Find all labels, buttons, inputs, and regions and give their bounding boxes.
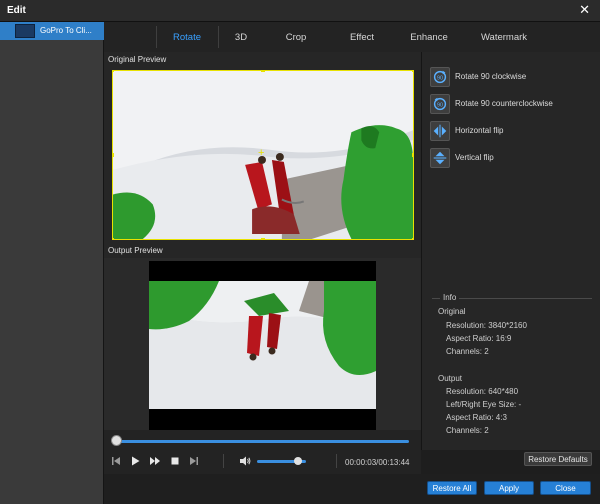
original-channels: Channels: 2 xyxy=(446,347,489,356)
output-resolution: Resolution: 640*480 xyxy=(446,387,519,396)
rotate-counterclockwise-icon: 90 xyxy=(430,94,450,114)
title-bar: Edit ✕ xyxy=(0,0,600,22)
play-icon[interactable] xyxy=(129,455,141,467)
volume-icon[interactable] xyxy=(239,455,251,467)
crosshair-icon: + xyxy=(258,147,265,159)
original-resolution: Resolution: 3840*2160 xyxy=(446,321,527,330)
action-label: Horizontal flip xyxy=(455,126,504,135)
output-eye-size: Left/Right Eye Size: - xyxy=(446,400,522,409)
action-label: Rotate 90 counterclockwise xyxy=(455,99,553,108)
output-channels: Channels: 2 xyxy=(446,426,489,435)
player-controls xyxy=(104,430,421,474)
tab-separator xyxy=(156,26,157,48)
rotate-clockwise-icon: 90 xyxy=(430,67,450,87)
fast-forward-icon[interactable] xyxy=(149,455,161,467)
tab-effect[interactable]: Effect xyxy=(340,26,384,50)
crop-handle[interactable] xyxy=(113,238,114,239)
controls-separator xyxy=(336,454,337,468)
progress-handle[interactable] xyxy=(111,435,122,446)
crop-handle[interactable] xyxy=(412,153,413,157)
horizontal-flip-icon xyxy=(430,121,450,141)
original-preview-label: Original Preview xyxy=(108,55,167,64)
previous-icon[interactable] xyxy=(110,455,122,467)
video-thumbnail xyxy=(15,24,35,38)
svg-text:90: 90 xyxy=(437,102,443,108)
close-icon[interactable]: ✕ xyxy=(579,3,590,17)
tab-separator xyxy=(218,26,219,48)
crop-handle[interactable] xyxy=(261,238,265,239)
next-icon[interactable] xyxy=(188,455,200,467)
action-label: Vertical flip xyxy=(455,153,494,162)
window-title: Edit xyxy=(7,5,26,16)
info-group: Info Original Resolution: 3840*2160 Aspe… xyxy=(432,293,592,448)
vertical-flip-icon xyxy=(430,148,450,168)
timecode: 00:00:03/00:13:44 xyxy=(345,458,410,467)
crop-handle[interactable] xyxy=(412,238,413,239)
output-preview-video xyxy=(149,261,376,431)
crop-handle[interactable] xyxy=(412,71,413,72)
original-heading: Original xyxy=(438,307,466,316)
file-list-item[interactable]: GoPro To Cli... xyxy=(0,22,104,40)
progress-bar[interactable] xyxy=(116,440,409,443)
tab-crop[interactable]: Crop xyxy=(278,26,314,50)
crop-handle[interactable] xyxy=(113,71,114,72)
tab-enhance[interactable]: Enhance xyxy=(404,26,454,50)
info-title: Info xyxy=(440,293,460,302)
file-name: GoPro To Cli... xyxy=(40,26,92,35)
output-preview-label: Output Preview xyxy=(108,246,163,255)
output-aspect-ratio: Aspect Ratio: 4:3 xyxy=(446,413,507,422)
output-heading: Output xyxy=(438,374,463,383)
restore-defaults-button[interactable]: Restore Defaults xyxy=(524,452,592,466)
stop-icon[interactable] xyxy=(169,455,181,467)
volume-handle[interactable] xyxy=(293,457,302,465)
tab-watermark[interactable]: Watermark xyxy=(476,26,532,50)
tab-3d[interactable]: 3D xyxy=(226,26,256,50)
close-button[interactable]: Close xyxy=(540,481,591,495)
action-label: Rotate 90 clockwise xyxy=(455,72,527,81)
tab-rotate[interactable]: Rotate xyxy=(164,26,210,50)
edit-tab-bar: Rotate 3D Crop Effect Enhance Watermark xyxy=(104,22,600,52)
controls-separator xyxy=(223,454,224,468)
crop-handle[interactable] xyxy=(113,153,114,157)
restore-all-button[interactable]: Restore All xyxy=(427,481,477,495)
crop-handle[interactable] xyxy=(261,71,265,72)
original-preview-video[interactable]: + xyxy=(112,70,414,240)
svg-text:90: 90 xyxy=(437,75,443,81)
original-aspect-ratio: Aspect Ratio: 16:9 xyxy=(446,334,512,343)
file-list-sidebar: GoPro To Cli... xyxy=(0,22,104,504)
apply-button[interactable]: Apply xyxy=(484,481,534,495)
